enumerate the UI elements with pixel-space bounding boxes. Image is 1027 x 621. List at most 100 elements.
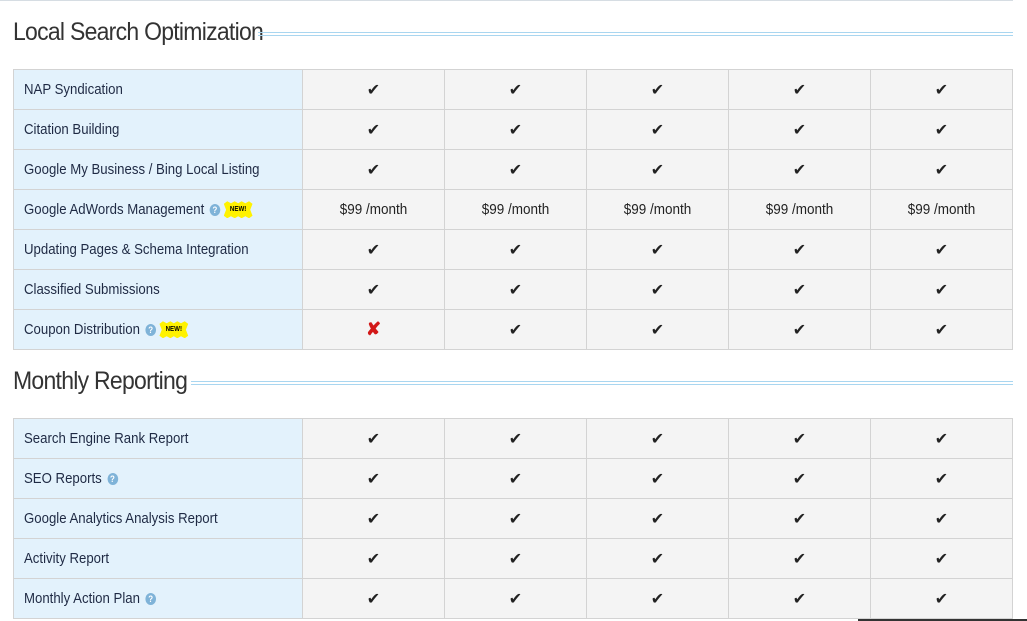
- plan-value-cell: ✔: [586, 498, 729, 539]
- price-value: $99 /month: [765, 201, 834, 218]
- check-icon: ✔: [366, 81, 381, 99]
- check-icon: ✔: [366, 121, 381, 139]
- plan-value-cell: ✔: [586, 69, 729, 110]
- plan-value-cell: ✔: [444, 498, 587, 539]
- plan-value-cell: ✔: [444, 269, 587, 310]
- new-badge-icon: NEW!: [159, 321, 189, 339]
- table-row: Google Analytics Analysis Report ✔ ✔ ✔ ✔ ✔: [13, 498, 1013, 539]
- check-icon: ✔: [366, 161, 381, 179]
- check-icon: ✔: [366, 510, 381, 528]
- feature-label: Google AdWords Management ? NEW!: [24, 201, 253, 219]
- plan-value-cell: ✔: [728, 269, 871, 310]
- check-icon: ✔: [934, 470, 949, 488]
- feature-label: Google Analytics Analysis Report: [24, 510, 218, 527]
- help-icon[interactable]: ?: [145, 323, 156, 336]
- check-icon: ✔: [934, 81, 949, 99]
- section-title: Local Search Optimization: [13, 18, 264, 46]
- plan-value-cell: ✘: [302, 309, 445, 350]
- feature-label: Activity Report: [24, 550, 110, 567]
- feature-label: SEO Reports ?: [24, 470, 118, 487]
- check-icon: ✔: [792, 510, 807, 528]
- check-icon: ✔: [508, 121, 523, 139]
- table-row: Google My Business / Bing Local Listing ✔…: [13, 149, 1013, 190]
- plan-value-cell: ✔: [302, 498, 445, 539]
- monthly-reporting-feature-table: Search Engine Rank Report ✔ ✔ ✔ ✔ ✔ SEO Report…: [13, 418, 1013, 619]
- price-value: $99 /month: [623, 201, 692, 218]
- check-icon: ✔: [792, 241, 807, 259]
- plan-value-cell: ✔: [870, 309, 1013, 350]
- check-icon: ✔: [650, 241, 665, 259]
- plan-value-cell: ✔: [586, 269, 729, 310]
- check-icon: ✔: [792, 430, 807, 448]
- table-row: Updating Pages & Schema Integration ✔ ✔ ✔ ✔ ✔: [13, 229, 1013, 270]
- check-icon: ✔: [366, 430, 381, 448]
- plan-value-cell: ✔: [444, 538, 587, 579]
- price-value: $99 /month: [907, 201, 976, 218]
- plan-value-cell: $99 /month: [586, 189, 729, 230]
- check-icon: ✔: [508, 281, 523, 299]
- plan-value-cell: ✔: [870, 498, 1013, 539]
- check-icon: ✔: [934, 281, 949, 299]
- plan-value-cell: ✔: [728, 69, 871, 110]
- plan-value-cell: $99 /month: [444, 189, 587, 230]
- plan-value-cell: ✔: [302, 418, 445, 459]
- check-icon: ✔: [650, 510, 665, 528]
- feature-name-cell: Citation Building: [13, 109, 303, 150]
- section-title-rule: [258, 32, 1013, 36]
- check-icon: ✔: [650, 430, 665, 448]
- plan-value-cell: ✔: [870, 538, 1013, 579]
- feature-name-cell: Updating Pages & Schema Integration: [13, 229, 303, 270]
- cross-icon: ✘: [365, 319, 382, 339]
- check-icon: ✔: [792, 81, 807, 99]
- check-icon: ✔: [792, 550, 807, 568]
- section-header-monthly-reporting: Monthly Reporting: [13, 367, 1013, 407]
- check-icon: ✔: [366, 241, 381, 259]
- check-icon: ✔: [650, 321, 665, 339]
- plan-value-cell: ✔: [586, 149, 729, 190]
- plan-value-cell: ✔: [444, 418, 587, 459]
- plan-value-cell: ✔: [728, 578, 871, 619]
- check-icon: ✔: [792, 281, 807, 299]
- check-icon: ✔: [508, 550, 523, 568]
- plan-value-cell: ✔: [302, 109, 445, 150]
- check-icon: ✔: [508, 161, 523, 179]
- feature-label: Classified Submissions: [24, 281, 160, 298]
- plan-value-cell: ✔: [444, 109, 587, 150]
- help-icon[interactable]: ?: [107, 473, 118, 486]
- plan-value-cell: ✔: [870, 458, 1013, 499]
- plan-value-cell: ✔: [586, 309, 729, 350]
- local-search-feature-table: NAP Syndication ✔ ✔ ✔ ✔ ✔ Citation Building ✔ ✔ ✔…: [13, 69, 1013, 350]
- feature-name-cell: Coupon Distribution ? NEW!: [13, 309, 303, 350]
- feature-name-cell: Monthly Action Plan ?: [13, 578, 303, 619]
- feature-name-cell: Google My Business / Bing Local Listing: [13, 149, 303, 190]
- check-icon: ✔: [934, 430, 949, 448]
- check-icon: ✔: [934, 241, 949, 259]
- check-icon: ✔: [792, 121, 807, 139]
- feature-name-cell: Search Engine Rank Report: [13, 418, 303, 459]
- feature-label: Coupon Distribution ? NEW!: [24, 321, 189, 339]
- check-icon: ✔: [366, 550, 381, 568]
- feature-label: Monthly Action Plan ?: [24, 590, 156, 607]
- check-icon: ✔: [508, 430, 523, 448]
- check-icon: ✔: [508, 81, 523, 99]
- check-icon: ✔: [650, 550, 665, 568]
- plan-value-cell: ✔: [302, 149, 445, 190]
- price-value: $99 /month: [339, 201, 408, 218]
- help-icon[interactable]: ?: [209, 203, 221, 216]
- check-icon: ✔: [508, 470, 523, 488]
- plan-value-cell: ✔: [586, 578, 729, 619]
- table-row: NAP Syndication ✔ ✔ ✔ ✔ ✔: [13, 69, 1013, 110]
- check-icon: ✔: [650, 161, 665, 179]
- plan-value-cell: $99 /month: [870, 189, 1013, 230]
- check-icon: ✔: [508, 241, 523, 259]
- help-icon[interactable]: ?: [145, 593, 156, 606]
- feature-label: Citation Building: [24, 121, 120, 138]
- plan-value-cell: ✔: [728, 309, 871, 350]
- check-icon: ✔: [934, 510, 949, 528]
- table-row: Activity Report ✔ ✔ ✔ ✔ ✔: [13, 538, 1013, 579]
- plan-value-cell: ✔: [444, 458, 587, 499]
- plan-value-cell: ✔: [444, 149, 587, 190]
- plan-value-cell: ✔: [728, 418, 871, 459]
- plan-value-cell: ✔: [870, 109, 1013, 150]
- feature-name-cell: NAP Syndication: [13, 69, 303, 110]
